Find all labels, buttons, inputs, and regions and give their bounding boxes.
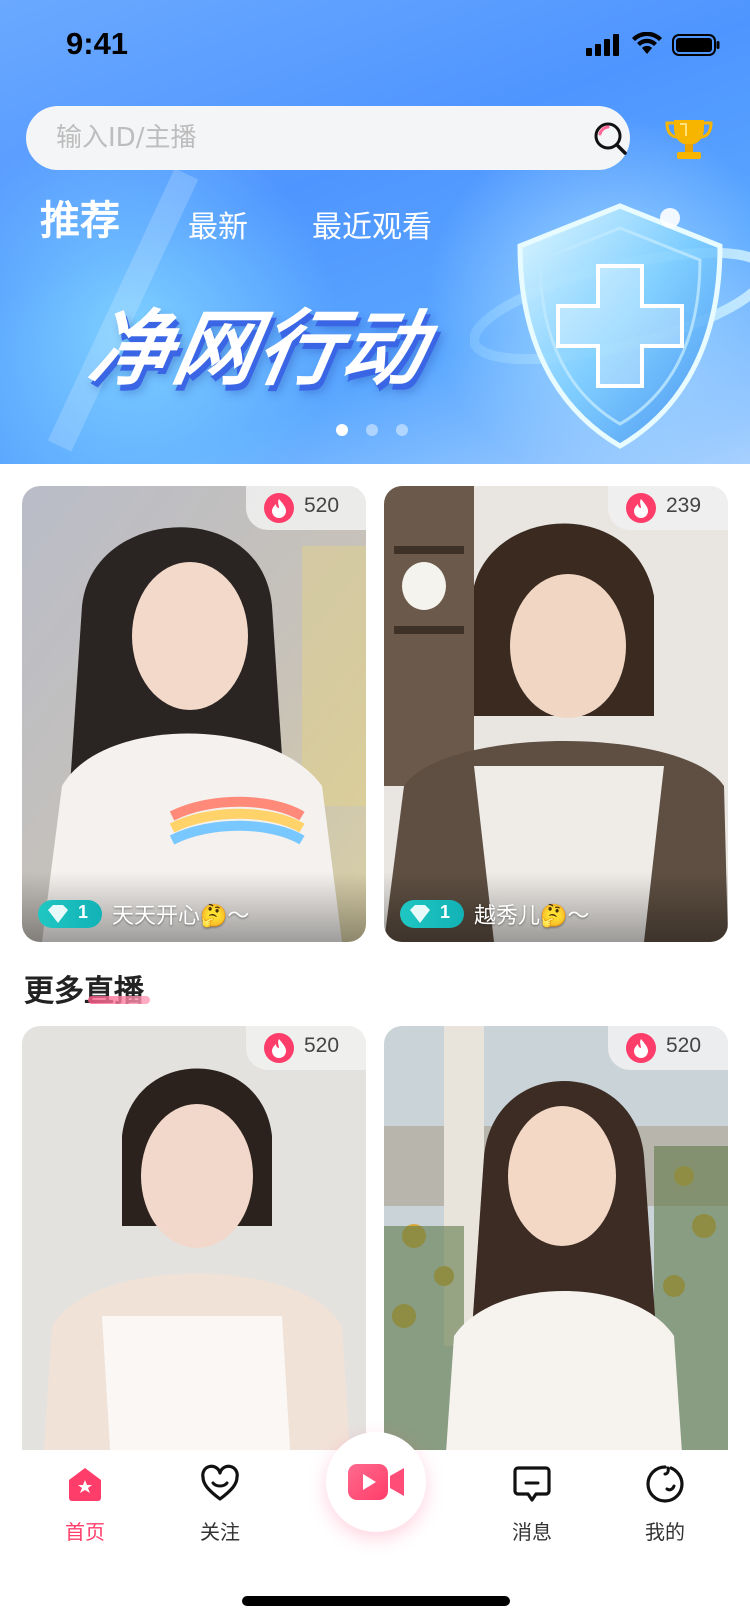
hot-badge: 520 — [246, 1026, 366, 1070]
banner-pagination — [336, 424, 416, 438]
tab-recommend[interactable]: 推荐 — [40, 188, 120, 246]
home-indicator — [242, 1596, 510, 1606]
hot-count: 239 — [666, 494, 702, 517]
nav-label: 关注 — [200, 1520, 240, 1544]
live-card[interactable]: 520 — [384, 1026, 728, 1450]
wifi-icon — [632, 32, 662, 54]
streamer-name: 天天开心🤔～ — [112, 904, 250, 929]
hot-count: 520 — [304, 494, 340, 517]
battery-icon — [672, 34, 720, 56]
trophy-icon[interactable] — [664, 114, 714, 162]
pagination-dot[interactable] — [366, 424, 378, 436]
search-bar[interactable] — [26, 106, 630, 170]
live-list: 520 1 天天开心🤔～ 239 1 越秀儿🤔～ 更多直播 520 520 — [0, 464, 750, 1450]
streamer-photo — [384, 1026, 728, 1450]
bottom-nav: 首页 关注 消息 我的 — [0, 1432, 750, 1624]
search-input[interactable] — [56, 106, 536, 170]
card-footer: 1 越秀儿🤔～ — [384, 872, 728, 942]
live-card[interactable]: 239 1 越秀儿🤔～ — [384, 486, 728, 942]
diamond-icon — [410, 905, 430, 923]
nav-follow[interactable]: 关注 — [170, 1464, 270, 1554]
hot-badge: 520 — [608, 1026, 728, 1070]
banner[interactable]: 9:41 推荐 — [0, 0, 750, 464]
pagination-dot[interactable] — [396, 424, 408, 436]
hot-count: 520 — [304, 1034, 340, 1057]
flame-icon — [626, 493, 656, 523]
shield-icon — [470, 203, 750, 449]
nav-label: 消息 — [512, 1520, 552, 1544]
card-footer: 1 天天开心🤔～ — [22, 872, 366, 942]
live-card[interactable]: 520 1 天天开心🤔～ — [22, 486, 366, 942]
level-badge: 1 — [38, 900, 102, 928]
nav-label: 首页 — [65, 1520, 105, 1544]
flame-icon — [264, 493, 294, 523]
live-card[interactable]: 520 — [22, 1026, 366, 1450]
nav-profile[interactable]: 我的 — [615, 1464, 715, 1554]
hot-badge: 520 — [246, 486, 366, 530]
hot-count: 520 — [666, 1034, 702, 1057]
flame-icon — [264, 1033, 294, 1063]
home-icon — [69, 1468, 101, 1501]
streamer-name: 越秀儿🤔～ — [474, 904, 590, 929]
flame-icon — [626, 1033, 656, 1063]
message-icon — [513, 1466, 551, 1502]
streamer-photo — [22, 1026, 366, 1450]
hot-badge: 239 — [608, 486, 728, 530]
section-title-underline — [88, 996, 150, 1004]
pagination-dot[interactable] — [336, 424, 348, 436]
nav-home[interactable]: 首页 — [35, 1464, 135, 1554]
tab-latest[interactable]: 最新 — [188, 202, 248, 246]
level-number: 1 — [78, 902, 89, 922]
start-live-button[interactable] — [326, 1432, 426, 1532]
cellular-signal-icon — [586, 34, 622, 56]
status-time: 9:41 — [66, 26, 129, 61]
level-badge: 1 — [400, 900, 464, 928]
diamond-icon — [48, 905, 68, 923]
level-number: 1 — [440, 902, 451, 922]
nav-messages[interactable]: 消息 — [482, 1464, 582, 1554]
profile-icon — [646, 1465, 684, 1503]
nav-label: 我的 — [645, 1520, 685, 1544]
search-icon[interactable] — [592, 120, 628, 156]
heart-icon — [201, 1464, 239, 1501]
video-camera-icon — [348, 1464, 404, 1500]
banner-title: 净网行动 — [82, 302, 435, 397]
status-bar: 9:41 — [0, 0, 750, 90]
tab-recently-watched[interactable]: 最近观看 — [312, 202, 432, 246]
